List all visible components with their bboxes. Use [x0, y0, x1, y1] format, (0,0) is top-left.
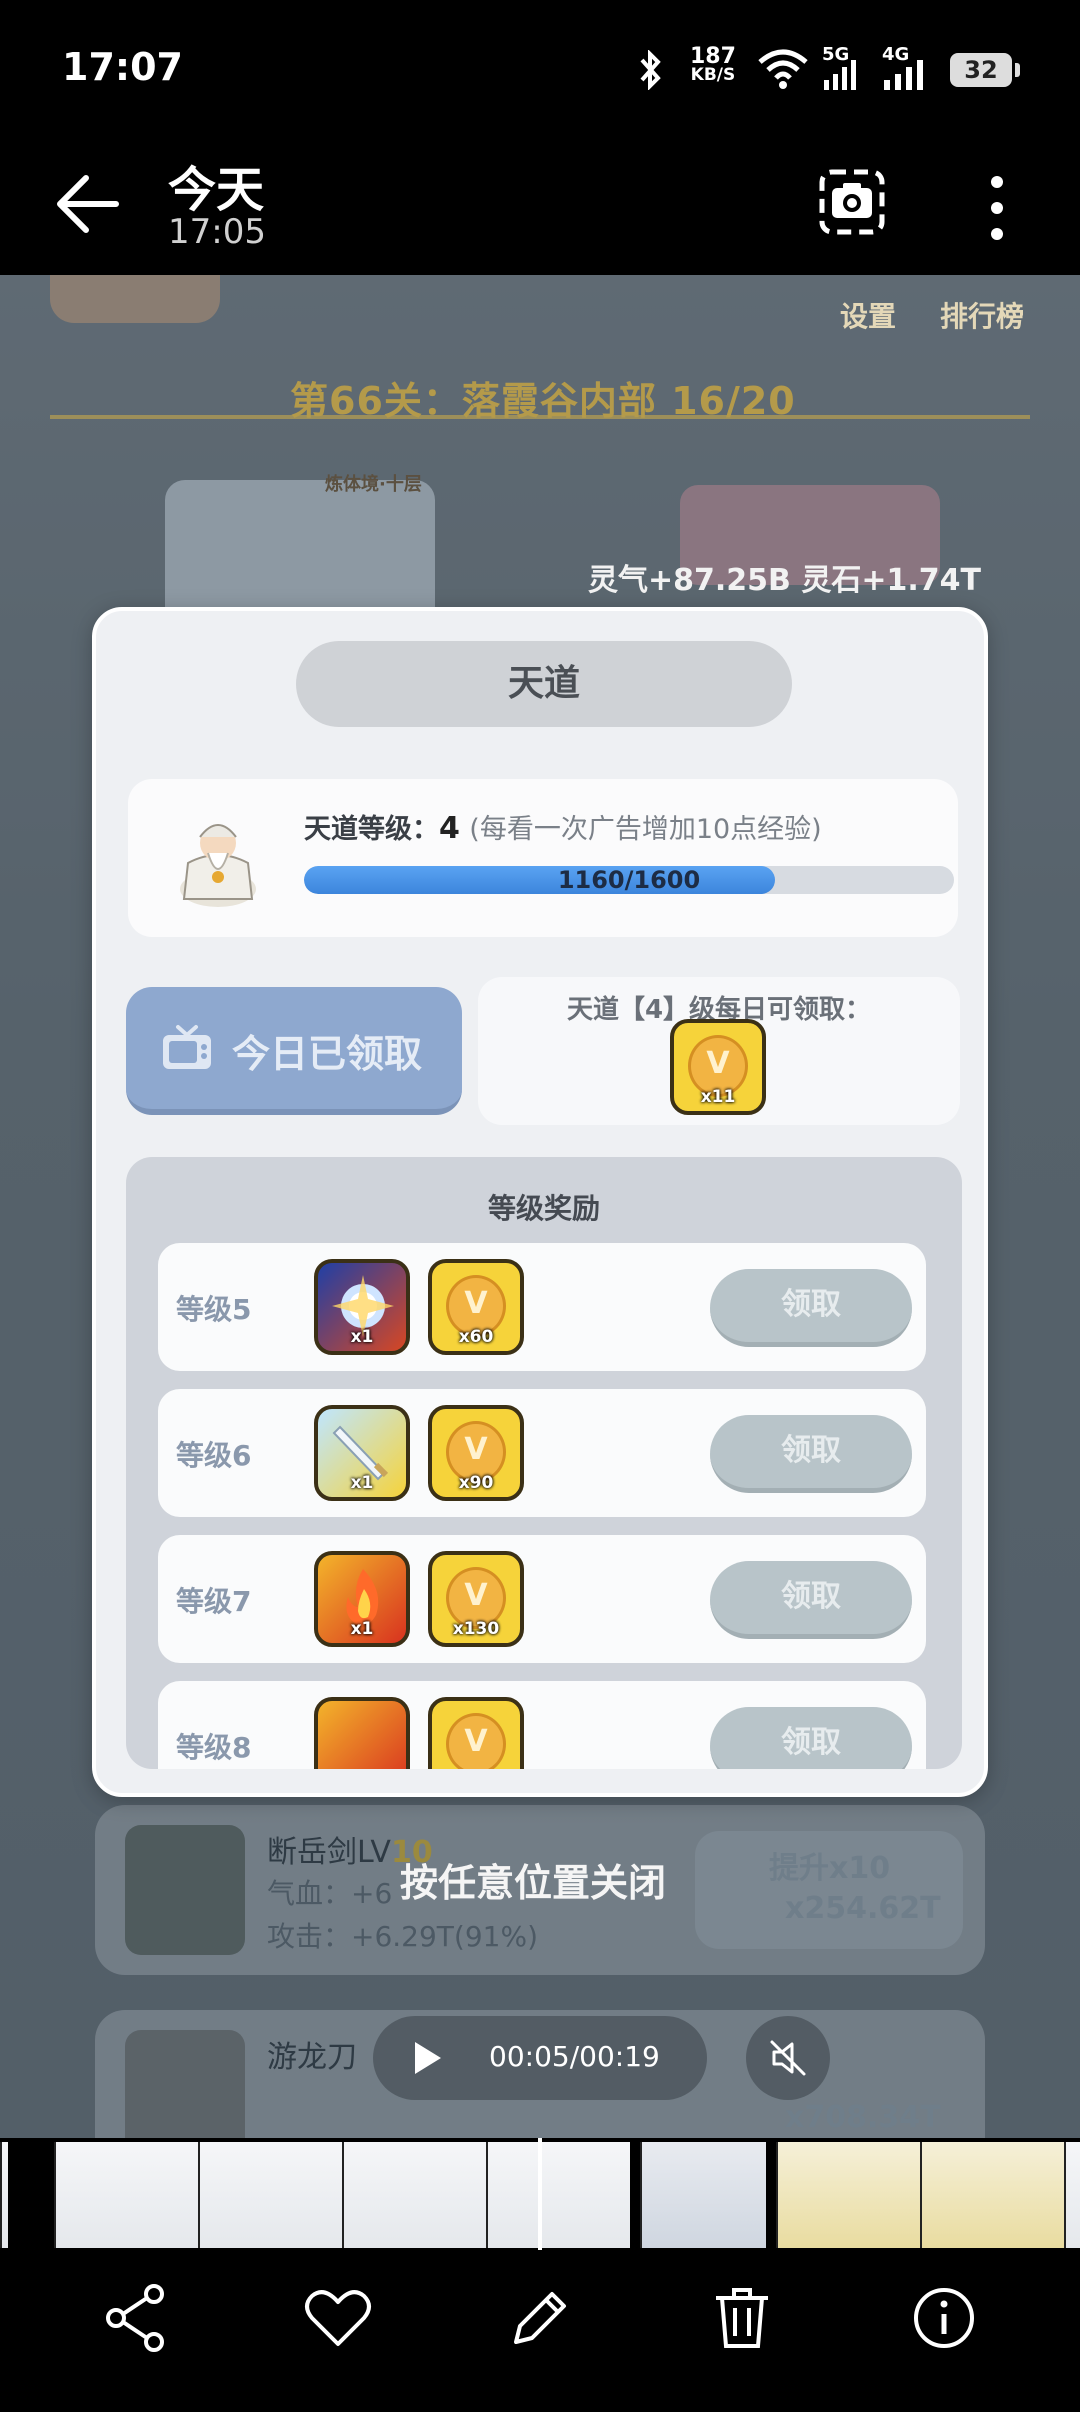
info-icon[interactable] — [906, 2280, 982, 2356]
level-value: 4 — [439, 811, 460, 846]
tier-label: 等级5 — [176, 1293, 252, 1326]
tier-coin-reward[interactable]: V — [428, 1697, 524, 1769]
video-time: 00:05/00:19 — [489, 2040, 660, 2073]
weapon-upgrade-cost-2: x708.34T — [785, 2100, 941, 2135]
filmstrip-frame[interactable] — [776, 2142, 920, 2248]
tier-row: 等级6 x1 V x90 领取 — [158, 1389, 926, 1517]
delete-icon[interactable] — [704, 2280, 780, 2356]
tier-coin-reward[interactable]: V x90 — [428, 1405, 524, 1501]
network-speed: 187 KB/S — [690, 44, 736, 85]
tier-item-reward[interactable]: x1 — [314, 1259, 410, 1355]
tier-label: 等级8 — [176, 1731, 252, 1764]
tier-row: 等级5 x1 V x60 领取 — [158, 1243, 926, 1371]
filmstrip-frame[interactable] — [1064, 2142, 1080, 2248]
weapon-image-1 — [125, 1825, 245, 1955]
reward-quantity: x90 — [458, 1473, 494, 1493]
page-subtitle: 17:05 — [168, 212, 266, 252]
tier-row: 等级7 x1 V x130 领取 — [158, 1535, 926, 1663]
modal-title: 天道 — [296, 641, 792, 727]
tier-item-reward[interactable] — [314, 1697, 410, 1769]
stage-banner: 第66关：落霞谷内部 16/20 — [290, 379, 796, 423]
level-note: (每看一次广告增加10点经验) — [469, 814, 822, 845]
reward-quantity: x60 — [458, 1327, 494, 1347]
tier-coin-reward[interactable]: V x60 — [428, 1259, 524, 1355]
page-title: 今天 — [168, 162, 265, 218]
reward-quantity: x130 — [452, 1619, 500, 1639]
reward-quantity: x1 — [350, 1473, 374, 1493]
tier-label: 等级6 — [176, 1439, 252, 1472]
tier-row: 等级8 V 领取 — [158, 1681, 926, 1769]
weapon-atk-1: 攻击：+6.29T(91%) — [267, 1920, 538, 1953]
mute-button[interactable] — [746, 2016, 830, 2100]
mute-icon — [770, 2040, 806, 2076]
tier-claim-button[interactable]: 领取 — [710, 1707, 912, 1769]
top-app-bar: 今天 17:05 — [0, 140, 1080, 275]
weapon-upgrade-label-1: 提升x10 — [769, 1851, 891, 1886]
reward-quantity: x11 — [700, 1087, 736, 1107]
filmstrip-frame[interactable] — [342, 2142, 486, 2248]
bottom-toolbar — [0, 2250, 1080, 2412]
tier-claim-button[interactable]: 领取 — [710, 1561, 912, 1639]
sage-avatar — [180, 824, 256, 907]
close-hint: 按任意位置关闭 — [400, 1861, 667, 1905]
filmstrip-frame[interactable] — [640, 2142, 766, 2248]
weapon-name-2: 游龙刀 — [267, 2040, 357, 2075]
weapon-hp-1: 气血：+6 — [267, 1877, 393, 1910]
back-arrow-icon[interactable] — [52, 172, 122, 236]
level-card: 天道等级：4 (每看一次广告增加10点经验) 1160/1600 — [128, 779, 958, 937]
daily-reward-box: 天道【4】级每日可领取： V x11 — [478, 977, 960, 1125]
status-time: 17:07 — [62, 45, 183, 89]
level-text: 天道等级：4 (每看一次广告增加10点经验) — [304, 811, 822, 846]
tier-item-reward[interactable]: x1 — [314, 1551, 410, 1647]
weapon-upgrade-button-1: 提升x10 x254.62T — [695, 1831, 963, 1949]
progress-label: 1160/1600 — [557, 866, 701, 894]
status-bar: 17:07 187 KB/S 5G 4G 32 — [0, 0, 1080, 140]
battery-icon: 32 — [950, 53, 1020, 87]
filmstrip-frame[interactable] — [0, 2142, 8, 2248]
daily-coin-reward[interactable]: V x11 — [670, 1019, 766, 1115]
share-icon[interactable] — [98, 2280, 174, 2356]
weapon-image-2 — [125, 2030, 245, 2138]
settings-button: 设置 — [840, 300, 897, 333]
filmstrip-frame[interactable] — [198, 2142, 342, 2248]
player-avatar — [50, 275, 220, 323]
video-play-control[interactable]: 00:05/00:19 — [373, 2016, 707, 2100]
stat-line: 灵气+87.25B 灵石+1.74T — [588, 563, 981, 598]
tier-rewards-title: 等级奖励 — [487, 1192, 600, 1225]
claim-daily-button[interactable]: 今日已领取 — [126, 987, 462, 1115]
realm-label: 炼体境·十层 — [325, 474, 422, 495]
filmstrip-frame[interactable] — [54, 2142, 198, 2248]
bluetooth-icon — [640, 50, 661, 90]
progress-bar: 1160/1600 — [304, 866, 954, 894]
signal-bars-icon-2 — [884, 60, 923, 90]
reward-quantity: x1 — [350, 1327, 374, 1347]
filmstrip-frame[interactable] — [486, 2142, 630, 2248]
play-icon[interactable] — [413, 2040, 443, 2076]
filmstrip-frame[interactable] — [920, 2142, 1064, 2248]
coin-icon: V — [446, 1713, 506, 1769]
tier-claim-button[interactable]: 领取 — [710, 1415, 912, 1493]
video-filmstrip[interactable] — [0, 2138, 1080, 2274]
tiandao-modal: 天道 天道等级：4 (每看一次广告增加10点经验) 1160/1600 今日已领… — [92, 607, 988, 1797]
tier-coin-reward[interactable]: V x130 — [428, 1551, 524, 1647]
tv-ad-icon — [163, 1025, 211, 1069]
tier-claim-button[interactable]: 领取 — [710, 1269, 912, 1347]
signal-bars-icon — [824, 60, 856, 90]
claim-daily-label: 今日已领取 — [232, 1032, 423, 1076]
tier-item-reward[interactable]: x1 — [314, 1405, 410, 1501]
camera-icon[interactable] — [812, 162, 892, 242]
favorite-icon[interactable] — [300, 2280, 376, 2356]
ranking-button: 排行榜 — [940, 300, 1025, 333]
wifi-icon — [758, 49, 808, 89]
tier-rewards-panel[interactable]: 等级奖励 等级5 x1 V x60 领取 等级6 x1 V x90 领取 等级7… — [126, 1157, 962, 1769]
edit-icon[interactable] — [502, 2280, 578, 2356]
tier-label: 等级7 — [176, 1585, 252, 1618]
more-options-icon[interactable] — [975, 168, 1019, 248]
weapon-upgrade-cost-1: x254.62T — [785, 1891, 941, 1926]
reward-quantity: x1 — [350, 1619, 374, 1639]
